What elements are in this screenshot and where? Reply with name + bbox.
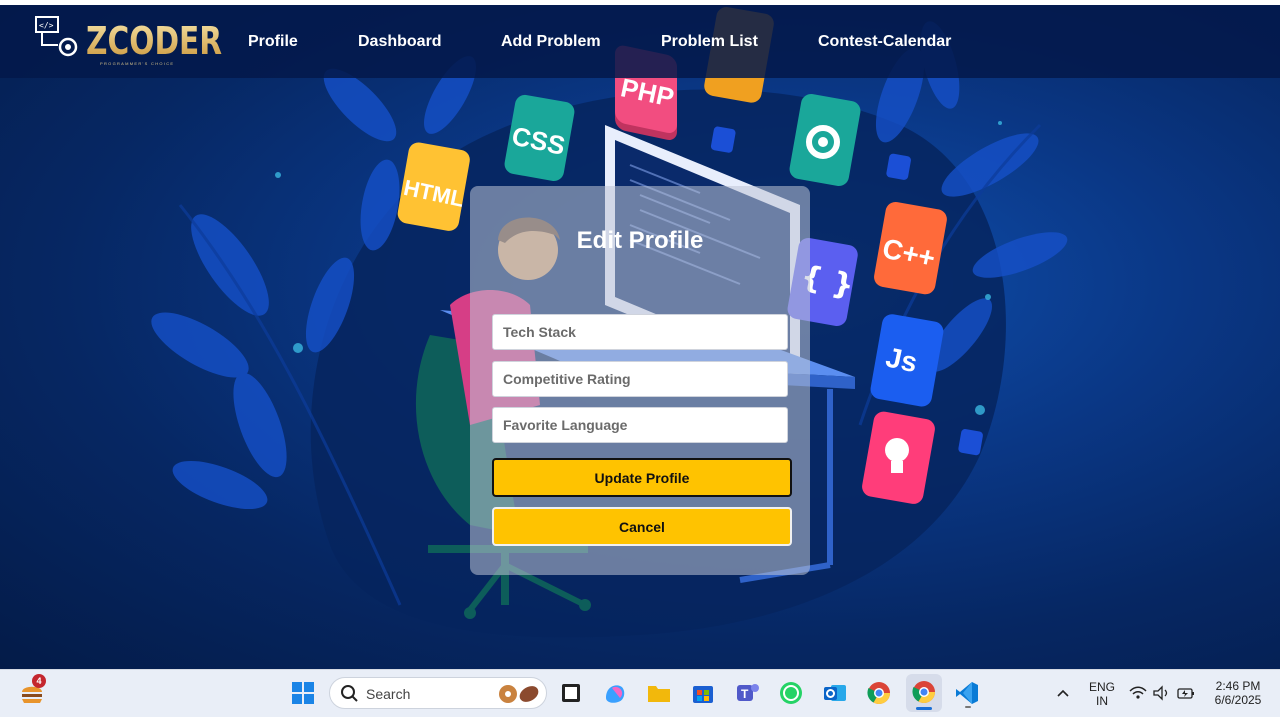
search-placeholder: Search (366, 686, 411, 702)
whatsapp-icon[interactable] (776, 678, 806, 708)
nav-dashboard[interactable]: Dashboard (358, 33, 442, 51)
svg-text:Js: Js (883, 341, 920, 378)
chevron-up-icon (1057, 689, 1069, 697)
nav-contest-calendar[interactable]: Contest-Calendar (818, 33, 951, 51)
region-code: IN (1096, 694, 1108, 708)
page-viewport: PHP CSS HTML C++ { } Js </> ZCODER PROGR… (0, 5, 1280, 669)
cancel-button[interactable]: Cancel (492, 507, 792, 546)
outlook-icon[interactable] (820, 678, 850, 708)
vscode-icon[interactable] (952, 678, 982, 708)
copilot-icon[interactable] (600, 678, 630, 708)
folder-icon[interactable] (644, 678, 674, 708)
nav-profile[interactable]: Profile (248, 33, 298, 51)
taskbar-search[interactable]: Search (329, 677, 547, 709)
svg-text:</>: </> (39, 21, 54, 30)
favorite-language-input[interactable] (492, 407, 788, 443)
form-title: Edit Profile (576, 227, 704, 254)
clock-date: 6/6/2025 (1214, 693, 1262, 707)
logo-wordmark: ZCODER (86, 19, 223, 63)
wifi-icon (1129, 686, 1147, 699)
logo-tagline: PROGRAMMER'S CHOICE (100, 61, 175, 66)
file-explorer-icon[interactable] (556, 678, 586, 708)
chrome-icon[interactable] (864, 678, 894, 708)
top-navbar: </> ZCODER PROGRAMMER'S CHOICE Profile D… (0, 5, 1280, 78)
nav-problem-list[interactable]: Problem List (661, 33, 758, 51)
clock-time: 2:46 PM (1215, 679, 1261, 693)
microsoft-store-icon[interactable] (688, 678, 718, 708)
tech-stack-input[interactable] (492, 314, 788, 350)
chrome-active-icon[interactable] (906, 674, 942, 712)
zcoder-logo[interactable]: </> ZCODER PROGRAMMER'S CHOICE (34, 13, 222, 69)
svg-text:T: T (741, 687, 749, 701)
code-gear-icon: </> (35, 16, 78, 57)
windows-start-icon[interactable] (288, 678, 318, 708)
teams-icon[interactable]: T (732, 678, 762, 708)
language-code: ENG (1088, 680, 1115, 694)
system-tray-status[interactable] (1128, 684, 1198, 704)
search-highlight-icon (499, 685, 539, 703)
widgets-button[interactable]: 4 (20, 674, 46, 706)
notification-badge: 4 (32, 674, 46, 688)
windows-taskbar: 4 Search T ENG IN 2:46 PM 6/6/2025 (0, 669, 1280, 717)
edit-profile-card: Edit Profile Update Profile Cancel (470, 186, 810, 575)
volume-icon (1153, 685, 1168, 701)
clock[interactable]: 2:46 PM 6/6/2025 (1206, 679, 1270, 707)
show-hidden-icons-button[interactable] (1054, 684, 1072, 702)
competitive-rating-input[interactable] (492, 361, 788, 397)
battery-icon (1177, 688, 1194, 699)
update-profile-button[interactable]: Update Profile (492, 458, 792, 497)
language-indicator[interactable]: ENG IN (1086, 680, 1118, 708)
search-icon (341, 685, 358, 702)
nav-add-problem[interactable]: Add Problem (501, 33, 601, 51)
